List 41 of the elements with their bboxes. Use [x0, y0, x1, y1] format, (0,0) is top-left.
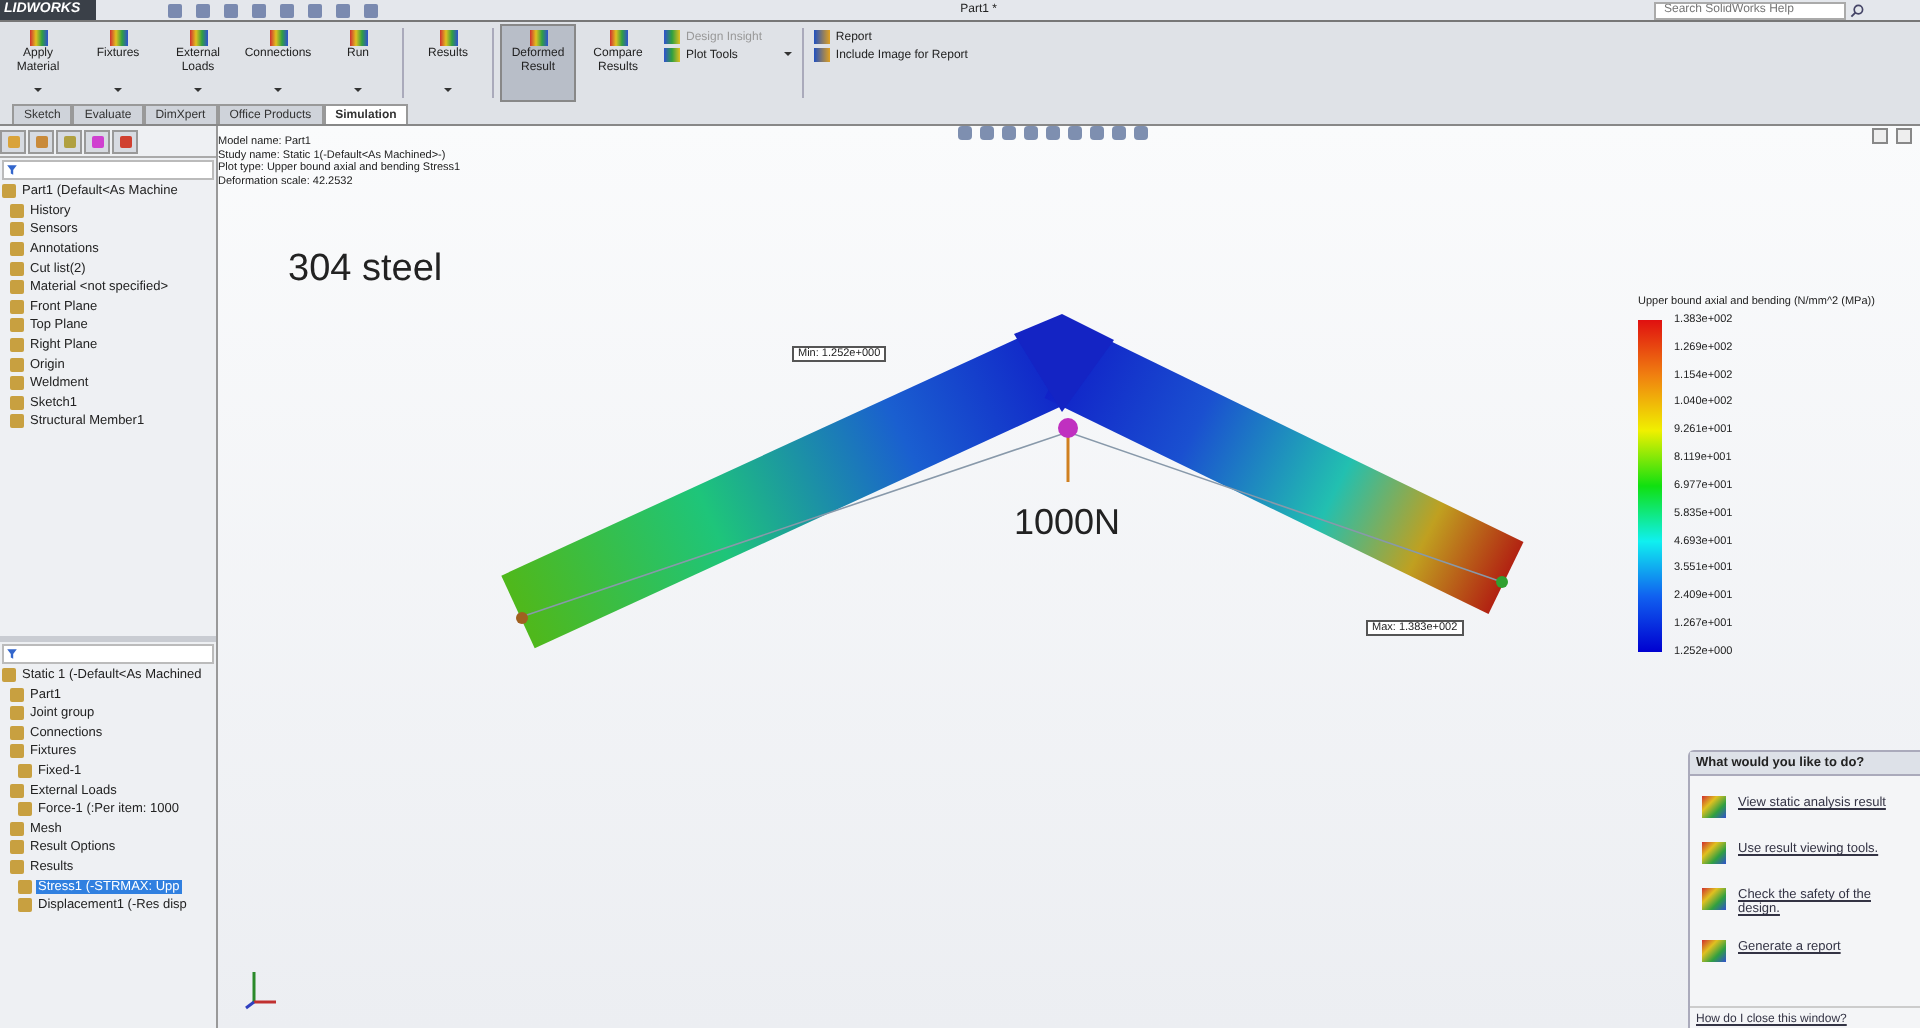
filter-icon[interactable] [6, 164, 18, 176]
tree-node-icon [10, 357, 24, 372]
tree-node-icon [10, 261, 24, 276]
tree-node-icon [10, 203, 24, 218]
axis-triad-icon [242, 966, 282, 1010]
tree-node-icon [2, 668, 16, 683]
tree-node-icon [18, 879, 32, 894]
tree-node-icon [18, 898, 32, 913]
tree-node-icon [18, 802, 32, 817]
tree-node-icon [10, 318, 24, 333]
panel-tab[interactable] [0, 130, 26, 154]
tree-node-icon [10, 242, 24, 257]
tree-node-icon [10, 821, 24, 836]
panel-tab[interactable] [28, 130, 54, 154]
load-label: 1000N [1014, 502, 1121, 544]
tree-node-icon [10, 376, 24, 391]
tree-node-icon [18, 763, 32, 778]
search-icon [1850, 3, 1864, 17]
tree-node-icon [10, 706, 24, 721]
tree-node-icon [10, 725, 24, 740]
panel-tab[interactable] [84, 130, 110, 154]
results-icon [1702, 888, 1726, 910]
tree-node-icon [10, 414, 24, 429]
tree-node-icon [10, 687, 24, 702]
tree-node-icon [10, 338, 24, 353]
results-icon [1702, 796, 1726, 818]
tree-node-icon [10, 840, 24, 855]
filter-icon[interactable] [6, 647, 18, 660]
tree-node-icon [10, 222, 24, 237]
tree-node-icon [10, 395, 24, 410]
material-note: 304 steel [288, 248, 443, 292]
results-icon [1702, 940, 1726, 962]
tree-node-icon [10, 744, 24, 759]
tree-node-icon [10, 859, 24, 874]
panel-tab[interactable] [112, 130, 138, 154]
tree-node-icon [10, 783, 24, 798]
tree-node-icon [10, 299, 24, 314]
tree-node-icon [2, 184, 16, 199]
tree-node-icon [10, 280, 24, 295]
panel-tab[interactable] [56, 130, 82, 154]
results-icon [1702, 842, 1726, 864]
